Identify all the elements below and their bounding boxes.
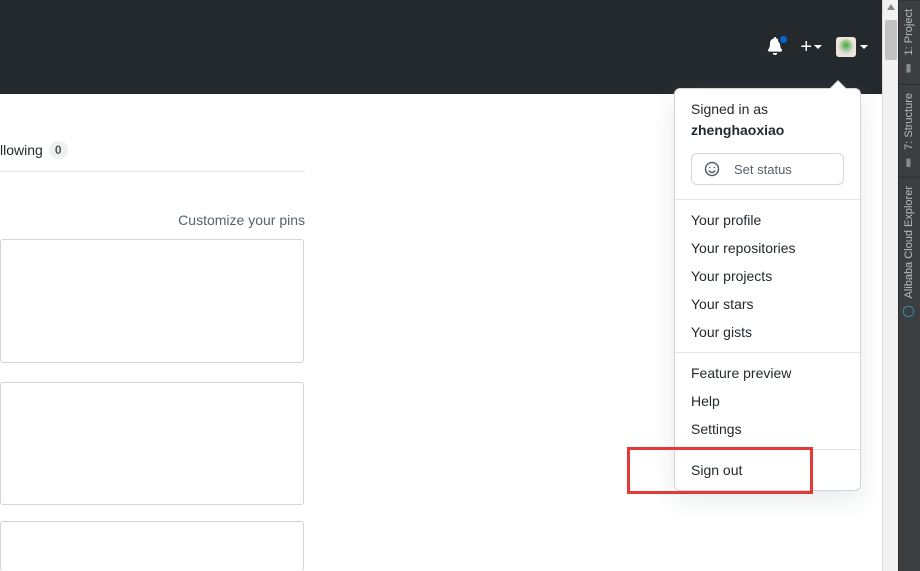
- menu-item-your-profile[interactable]: Your profile: [675, 206, 860, 234]
- caret-down-icon: [814, 45, 822, 49]
- ide-tool-strip: ▮ 1: Project ▮ 7: Structure ◯ Alibaba Cl…: [898, 0, 920, 571]
- menu-item-your-gists[interactable]: Your gists: [675, 318, 860, 346]
- menu-item-help[interactable]: Help: [675, 387, 860, 415]
- menu-item-your-stars[interactable]: Your stars: [675, 290, 860, 318]
- notifications-button[interactable]: [766, 37, 786, 57]
- menu-group-account: Feature preview Help Settings: [675, 353, 860, 449]
- ide-tab-project[interactable]: ▮ 1: Project: [899, 0, 920, 84]
- menu-username: zhenghaoxiao: [691, 120, 844, 141]
- menu-group-profile: Your profile Your repositories Your proj…: [675, 200, 860, 352]
- folder-icon: ▮: [903, 63, 915, 76]
- pinned-repo-card[interactable]: [0, 239, 304, 363]
- pinned-repo-card[interactable]: [0, 521, 304, 571]
- menu-signed-in-header: Signed in as zhenghaoxiao: [675, 89, 860, 153]
- menu-item-feature-preview[interactable]: Feature preview: [675, 359, 860, 387]
- smiley-icon: [704, 161, 720, 177]
- avatar-icon: [836, 37, 856, 57]
- menu-item-settings[interactable]: Settings: [675, 415, 860, 443]
- scroll-up-icon: [887, 4, 895, 10]
- user-menu-trigger[interactable]: [836, 37, 868, 57]
- set-status-button[interactable]: Set status: [691, 153, 844, 185]
- menu-item-sign-out[interactable]: Sign out: [675, 456, 860, 484]
- customize-pins-link[interactable]: Customize your pins: [0, 212, 305, 228]
- browser-scrollbar[interactable]: [882, 0, 898, 571]
- ide-tab-structure[interactable]: ▮ 7: Structure: [899, 84, 920, 178]
- scroll-thumb[interactable]: [885, 20, 897, 60]
- plus-icon: +: [800, 37, 812, 57]
- menu-item-your-repositories[interactable]: Your repositories: [675, 234, 860, 262]
- notification-dot-icon: [778, 34, 789, 45]
- structure-icon: ▮: [903, 156, 915, 169]
- profile-tabs-fragment: llowing 0: [0, 137, 305, 172]
- ide-tab-cloud[interactable]: ◯ Alibaba Cloud Explorer: [899, 177, 920, 327]
- caret-down-icon: [860, 45, 868, 49]
- pinned-repo-card[interactable]: [0, 382, 304, 505]
- user-dropdown-menu: Signed in as zhenghaoxiao Set status You…: [674, 88, 861, 491]
- following-count-badge: 0: [49, 141, 68, 159]
- menu-item-your-projects[interactable]: Your projects: [675, 262, 860, 290]
- cloud-icon: ◯: [903, 306, 915, 319]
- create-new-menu[interactable]: +: [800, 37, 822, 57]
- github-topbar: +: [0, 0, 882, 94]
- tab-following[interactable]: llowing: [0, 142, 43, 158]
- menu-group-signout: Sign out: [675, 450, 860, 490]
